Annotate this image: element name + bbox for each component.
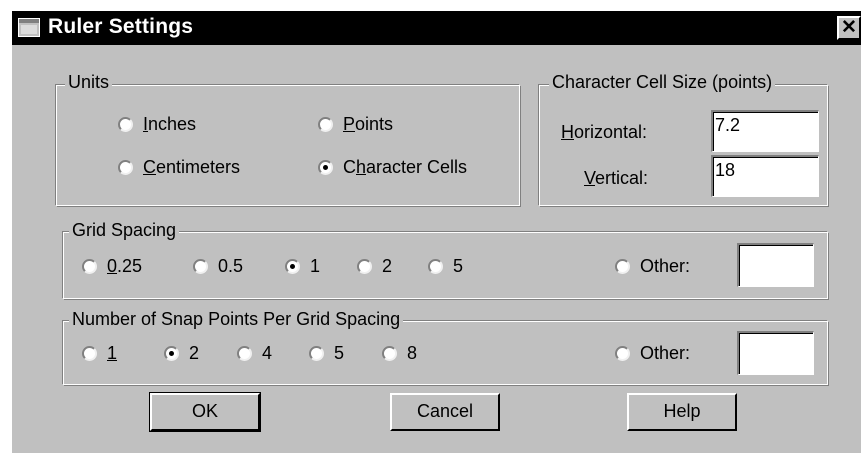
radio-button-icon[interactable] — [82, 346, 97, 361]
cell-size-legend: Character Cell Size (points) — [549, 72, 776, 93]
grid-radio-2[interactable]: 2 — [357, 256, 392, 277]
snap-points-legend: Number of Snap Points Per Grid Spacing — [69, 309, 404, 330]
radio-label: Points — [343, 114, 393, 135]
radio-label: 4 — [262, 343, 273, 363]
radio-button-icon[interactable] — [615, 259, 630, 274]
radio-label: 1 — [107, 343, 118, 363]
vertical-label: Vertical: — [584, 168, 648, 189]
radio-button-icon[interactable] — [357, 259, 372, 274]
radio-button-icon[interactable] — [428, 259, 443, 274]
label-pre: C — [343, 157, 356, 177]
label-rest: nches — [148, 114, 197, 134]
radio-button-icon[interactable] — [382, 346, 397, 361]
radio-button-icon[interactable] — [237, 346, 252, 361]
radio-label: Other: — [640, 256, 691, 276]
mnemonic: C — [143, 157, 156, 177]
radio-label: Character Cells — [343, 157, 467, 178]
radio-button-icon[interactable] — [164, 346, 179, 361]
horizontal-label: Horizontal: — [561, 122, 647, 143]
label-rest: aracter Cells — [366, 157, 468, 177]
radio-button-icon[interactable] — [615, 346, 630, 361]
snap-radio-other[interactable]: Other: — [615, 343, 690, 364]
grid-other-field[interactable] — [737, 243, 814, 287]
radio-label: 0.25 — [107, 256, 142, 277]
vertical-field[interactable]: 18 — [711, 155, 819, 197]
units-radio-inches[interactable]: Inches — [118, 114, 196, 135]
radio-label: 5 — [334, 343, 345, 363]
grid-radio-0.25[interactable]: 0.25 — [82, 256, 142, 277]
radio-button-icon[interactable] — [82, 259, 97, 274]
radio-label: 8 — [407, 343, 418, 363]
mnemonic: h — [356, 157, 367, 177]
label-rest: orizontal: — [574, 122, 648, 142]
radio-label: Other: — [640, 343, 691, 363]
snap-radio-1[interactable]: 1 — [82, 343, 117, 364]
radio-label: 0.5 — [218, 256, 244, 276]
radio-button-icon[interactable] — [285, 259, 300, 274]
window-title: Ruler Settings — [48, 15, 194, 38]
cancel-button[interactable]: Cancel — [390, 393, 500, 431]
mnemonic: H — [561, 122, 574, 142]
units-radio-character-cells[interactable]: Character Cells — [318, 157, 467, 178]
radio-button-icon[interactable] — [309, 346, 324, 361]
radio-label: Centimeters — [143, 157, 240, 178]
label-rest: entimeters — [156, 157, 241, 177]
snap-radio-4[interactable]: 4 — [237, 343, 272, 364]
horizontal-field[interactable]: 7.2 — [711, 110, 819, 152]
mnemonic: V — [584, 168, 596, 188]
radio-label: 5 — [453, 256, 464, 276]
radio-label: 2 — [189, 343, 200, 363]
snap-radio-2[interactable]: 2 — [164, 343, 199, 364]
grid-spacing-legend: Grid Spacing — [69, 220, 180, 241]
grid-radio-1[interactable]: 1 — [285, 256, 320, 277]
grid-radio-5[interactable]: 5 — [428, 256, 463, 277]
mnemonic: 0 — [107, 256, 118, 276]
radio-button-icon[interactable] — [118, 160, 133, 175]
radio-label: Inches — [143, 114, 196, 135]
grid-radio-other[interactable]: Other: — [615, 256, 690, 277]
units-radio-centimeters[interactable]: Centimeters — [118, 157, 240, 178]
label-rest: oints — [355, 114, 394, 134]
snap-radio-8[interactable]: 8 — [382, 343, 417, 364]
radio-button-icon[interactable] — [118, 117, 133, 132]
mnemonic: P — [343, 114, 356, 134]
label-rest: .25 — [117, 256, 143, 276]
snap-other-field[interactable] — [737, 331, 814, 375]
window-menu-icon[interactable] — [18, 18, 40, 37]
radio-button-icon[interactable] — [193, 259, 208, 274]
units-legend: Units — [65, 72, 113, 93]
radio-button-icon[interactable] — [318, 117, 333, 132]
snap-radio-5[interactable]: 5 — [309, 343, 344, 364]
radio-label: 1 — [310, 256, 321, 276]
close-button[interactable]: ✕ — [837, 16, 861, 40]
grid-radio-0.5[interactable]: 0.5 — [193, 256, 243, 277]
ok-button[interactable]: OK — [149, 392, 261, 432]
units-radio-points[interactable]: Points — [318, 114, 393, 135]
radio-button-icon[interactable] — [318, 160, 333, 175]
help-button[interactable]: Help — [627, 393, 737, 431]
radio-label: 2 — [382, 256, 393, 276]
title-bar[interactable]: Ruler Settings ✕ — [12, 11, 861, 45]
label-rest: ertical: — [595, 168, 649, 188]
units-group — [55, 84, 521, 207]
